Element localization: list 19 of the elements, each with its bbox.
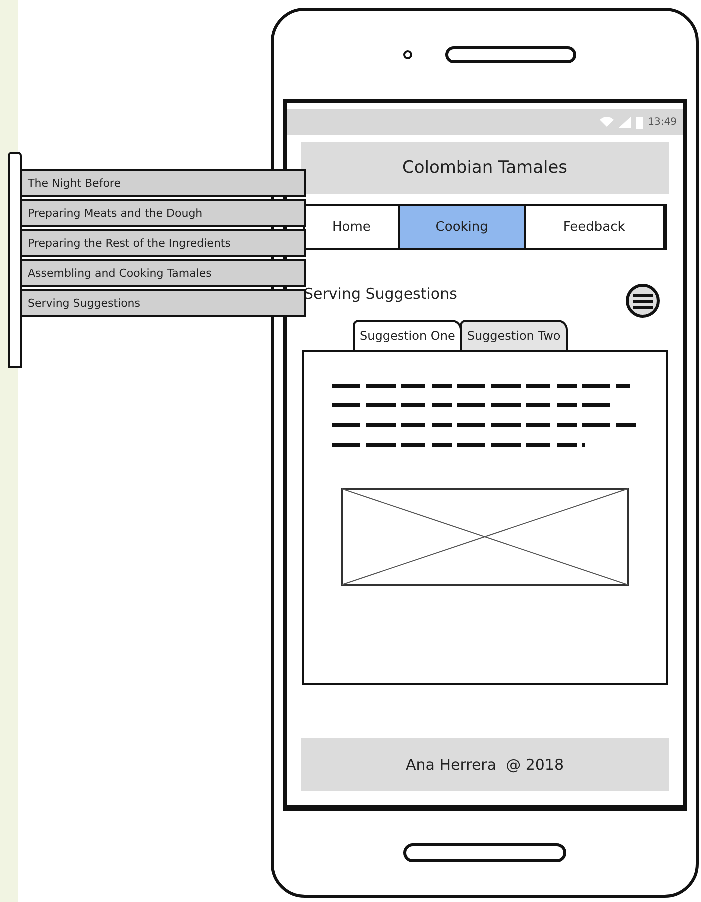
menu-item[interactable]: Serving Suggestions bbox=[22, 289, 306, 317]
home-button-icon bbox=[403, 843, 567, 863]
wifi-icon bbox=[600, 117, 614, 127]
section-title: Serving Suggestions bbox=[304, 285, 458, 303]
menu-item[interactable]: Assembling and Cooking Tamales bbox=[22, 259, 306, 287]
menu-item[interactable]: Preparing Meats and the Dough bbox=[22, 199, 306, 227]
footer-text: Ana Herrera @ 2018 bbox=[406, 756, 564, 774]
camera-icon bbox=[403, 50, 413, 60]
speaker-icon bbox=[445, 46, 577, 64]
suggestion-tab[interactable]: Suggestion One bbox=[353, 320, 462, 350]
menu-item[interactable]: The Night Before bbox=[22, 169, 306, 197]
signal-icon bbox=[619, 116, 632, 128]
suggestion-tab[interactable]: Suggestion Two bbox=[460, 320, 568, 350]
menu-item[interactable]: Preparing the Rest of the Ingredients bbox=[22, 229, 306, 257]
nav-tab[interactable]: Cooking bbox=[400, 206, 526, 248]
status-time: 13:49 bbox=[648, 116, 677, 128]
menu-button[interactable] bbox=[626, 284, 660, 318]
battery-icon bbox=[636, 116, 644, 128]
app-title: Colombian Tamales bbox=[402, 158, 568, 178]
